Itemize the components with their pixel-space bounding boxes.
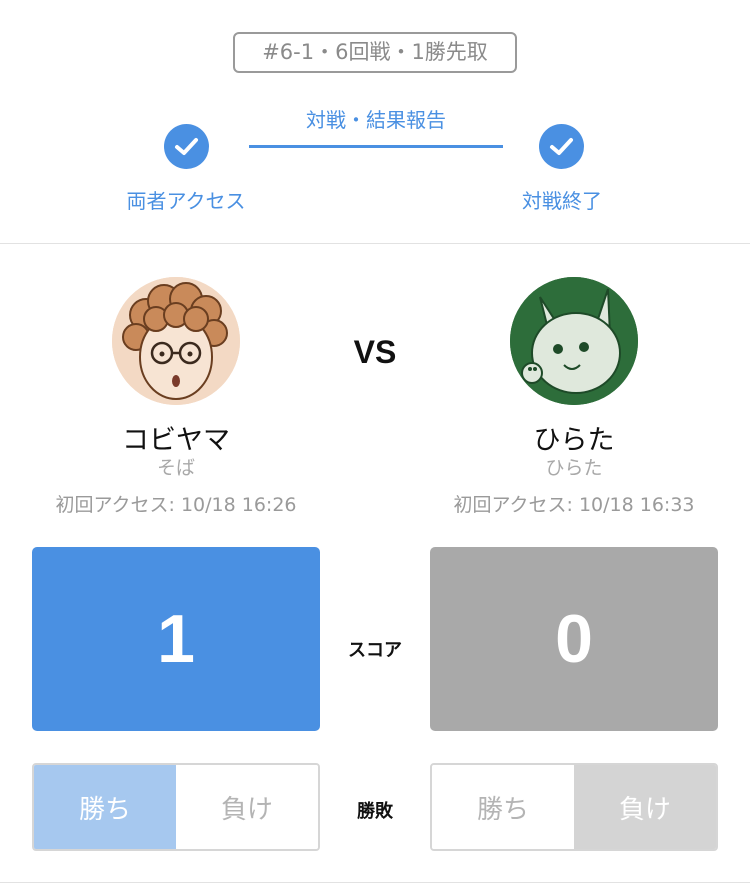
player1-lose-button[interactable]: 負け [176,765,318,849]
vs-label: VS [353,334,397,370]
player1-win-button[interactable]: 勝ち [34,765,176,849]
step-finish-check-icon [539,124,584,169]
player1-result-toggle: 勝ち 負け [32,763,320,851]
player2-avatar[interactable] [510,277,638,405]
player1-avatar[interactable] [112,277,240,405]
player2-first-access: 初回アクセス: 10/18 16:33 [453,494,695,516]
step-access-label: 両者アクセス [126,189,246,213]
player2-win-button[interactable]: 勝ち [432,765,574,849]
player2-subname: ひらた [545,457,603,479]
step-finish-label: 対戦終了 [522,189,602,213]
player1-name: コビヤマ [122,425,230,456]
progress-line [249,145,503,148]
section-divider [0,243,750,244]
player1-score-box[interactable]: 1 [32,547,320,731]
player2-score-box[interactable]: 0 [430,547,718,731]
player2-result-toggle: 勝ち 負け [430,763,718,851]
step-report-label: 対戦・結果報告 [306,108,446,132]
match-tag: #6-1・6回戦・1勝先取 [233,32,517,73]
bottom-divider [0,882,750,883]
result-label: 勝敗 [357,801,393,822]
step-access-check-icon [164,124,209,169]
player1-subname: そば [156,457,195,479]
player2-name: ひらた [533,425,615,456]
player1-first-access: 初回アクセス: 10/18 16:26 [55,494,297,516]
score-label: スコア [348,640,402,661]
player2-lose-button[interactable]: 負け [574,765,716,849]
